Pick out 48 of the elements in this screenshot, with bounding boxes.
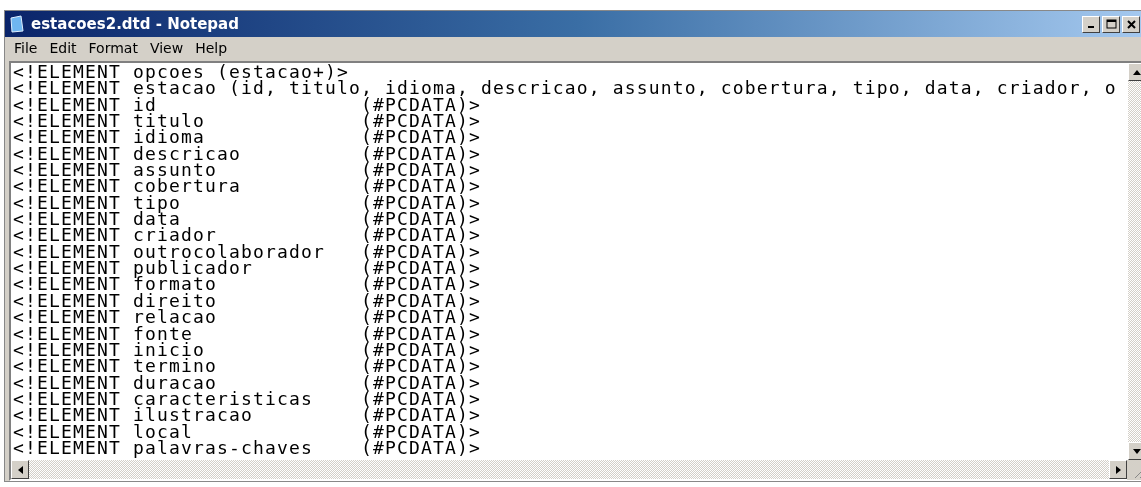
code-line: <!ELEMENT data (#PCDATA)> [13, 211, 481, 228]
code-line: <!ELEMENT direito (#PCDATA)> [13, 292, 481, 310]
horizontal-scrollbar[interactable] [11, 460, 1127, 479]
maximize-icon [1105, 19, 1117, 29]
scroll-down-button[interactable] [1128, 442, 1141, 460]
code-line: <!ELEMENT assunto (#PCDATA)> [13, 162, 481, 179]
code-line: <!ELEMENT duracao (#PCDATA)> [13, 374, 481, 391]
code-line: <!ELEMENT caracteristicas (#PCDATA)> [13, 390, 481, 408]
code-line: <!ELEMENT idioma (#PCDATA)> [13, 129, 481, 146]
code-line: <!ELEMENT outrocolaborador (#PCDATA)> [13, 243, 481, 261]
menu-item[interactable]: Edit [44, 40, 82, 56]
code-line: <!ELEMENT titulo (#PCDATA)> [13, 113, 481, 130]
code-line: <!ELEMENT opcoes (estacao+)> [13, 64, 349, 81]
code-line: <!ELEMENT publicador (#PCDATA)> [13, 260, 481, 277]
minimize-button[interactable] [1082, 15, 1100, 33]
code-line: <!ELEMENT estacao (id, titulo, idioma, descricao, assunto, cobertura, tipo, data, criador, o [13, 80, 1117, 97]
code-line: <!ELEMENT palavras-chaves (#PCDATA)> [13, 439, 481, 457]
left-arrow-icon [17, 465, 23, 474]
maximize-button[interactable] [1102, 15, 1120, 33]
code-line: <!ELEMENT tipo (#PCDATA)> [13, 194, 481, 212]
code-line: <!ELEMENT formato (#PCDATA)> [13, 276, 481, 293]
code-line: <!ELEMENT ilustracao (#PCDATA)> [13, 407, 481, 424]
code-line: <!ELEMENT relacao (#PCDATA)> [13, 309, 481, 326]
right-arrow-icon [1115, 465, 1121, 474]
scroll-up-button[interactable] [1128, 63, 1141, 81]
text-editor[interactable] [11, 63, 1128, 460]
code-line: <!ELEMENT fonte (#PCDATA)> [13, 325, 481, 342]
code-line: <!ELEMENT descricao (#PCDATA)> [13, 145, 481, 163]
vertical-scrollbar[interactable] [1128, 63, 1141, 460]
menu-item[interactable]: View [144, 40, 189, 56]
menu-item[interactable]: File [9, 40, 43, 56]
minimize-icon [1088, 26, 1094, 28]
code-line: <!ELEMENT termino (#PCDATA)> [13, 358, 481, 375]
code-line: <!ELEMENT criador (#PCDATA)> [13, 227, 481, 244]
menu-item[interactable]: Format [83, 40, 143, 56]
scroll-left-button[interactable] [11, 460, 29, 479]
window-title: estacoes2.dtd - Notepad [31, 15, 239, 33]
code-line: <!ELEMENT local (#PCDATA)> [13, 423, 481, 440]
menu-item[interactable]: Help [190, 40, 233, 56]
close-icon [1126, 19, 1136, 29]
code-line: <!ELEMENT id (#PCDATA)> [13, 96, 481, 114]
scroll-right-button[interactable] [1109, 460, 1127, 479]
down-arrow-icon [1133, 448, 1141, 454]
notepad-icon [9, 15, 25, 33]
code-line: <!ELEMENT inicio (#PCDATA)> [13, 341, 481, 359]
up-arrow-icon [1133, 69, 1141, 75]
close-button[interactable] [1122, 15, 1140, 33]
code-line: <!ELEMENT cobertura (#PCDATA)> [13, 178, 481, 195]
